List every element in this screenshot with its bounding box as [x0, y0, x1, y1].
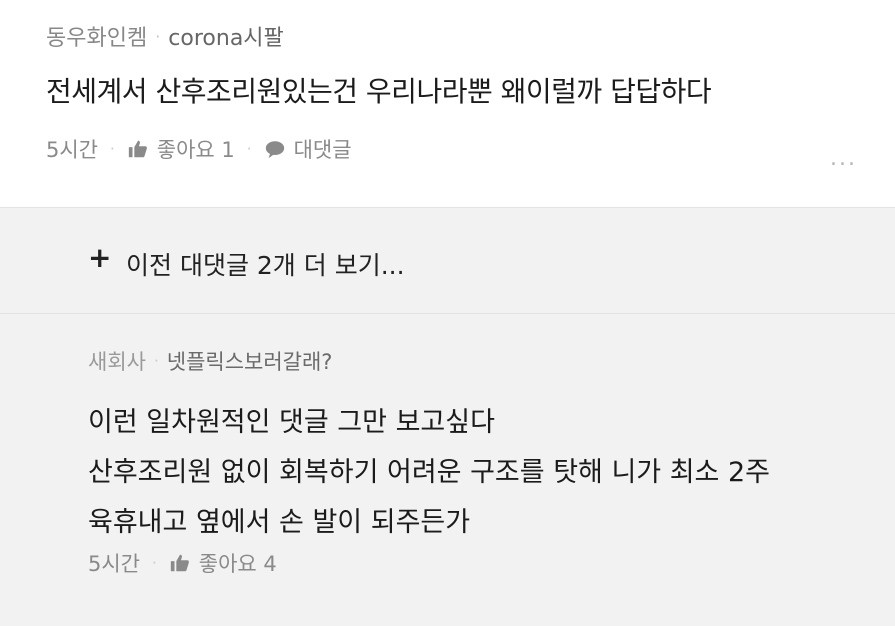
- reply-comment: 새회사 · 넷플릭스보러갈래? 이런 일차원적인 댓글 그만 보고싶다 산후조리…: [0, 314, 895, 626]
- previous-replies-label: 이전 대댓글 2개 더 보기...: [126, 251, 405, 280]
- separator-dot: ·: [152, 554, 157, 572]
- reply-nickname: 새회사: [88, 350, 146, 374]
- reply-text: 이런 일차원적인 댓글 그만 보고싶다 산후조리원 없이 회복하기 어려운 구조…: [88, 398, 770, 548]
- comment-meta: 동우화인켐 · corona시팔: [46, 20, 284, 52]
- comment-nickname: 동우화인켐: [46, 26, 148, 51]
- reply-like-button[interactable]: 좋아요 4: [169, 548, 277, 578]
- thumbs-up-icon: [128, 140, 147, 158]
- reply-label: 대댓글: [293, 138, 352, 162]
- reply-text-line: 육휴내고 옆에서 손 발이 되주든가: [88, 507, 471, 538]
- reply-actions: 5시간 · 좋아요 4: [88, 548, 277, 578]
- previous-replies-button[interactable]: + 이전 대댓글 2개 더 보기...: [0, 208, 895, 314]
- reply-like-label: 좋아요 4: [198, 552, 277, 576]
- reply-text-line: 산후조리원 없이 회복하기 어려운 구조를 탓해 니가 최소 2주: [88, 457, 770, 488]
- reply-meta: 새회사 · 넷플릭스보러갈래?: [88, 346, 332, 376]
- separator-dot: ·: [110, 140, 115, 158]
- more-options-icon[interactable]: ...: [830, 146, 857, 171]
- like-button[interactable]: 좋아요 1: [127, 134, 235, 164]
- reply-text-line: 이런 일차원적인 댓글 그만 보고싶다: [88, 407, 495, 438]
- separator-dot: ·: [155, 26, 161, 46]
- comment-actions: 5시간 · 좋아요 1 · 대댓글: [46, 134, 352, 164]
- speech-bubble-icon: [265, 141, 284, 159]
- separator-dot: ·: [153, 352, 159, 370]
- plus-icon: +: [88, 241, 112, 274]
- comment-time: 5시간: [46, 138, 99, 162]
- reply-button[interactable]: 대댓글: [264, 134, 352, 164]
- comment: 동우화인켐 · corona시팔 전세계서 산후조리원있는건 우리나라뿐 왜이럴…: [0, 0, 895, 208]
- comment-text: 전세계서 산후조리원있는건 우리나라뿐 왜이럴까 답답하다: [46, 75, 712, 108]
- thumbs-up-icon: [170, 554, 189, 572]
- comment-username[interactable]: corona시팔: [168, 20, 283, 52]
- separator-dot: ·: [246, 140, 252, 158]
- like-label: 좋아요 1: [156, 138, 235, 162]
- reply-username[interactable]: 넷플릭스보러갈래?: [167, 346, 333, 376]
- reply-time: 5시간: [88, 552, 141, 576]
